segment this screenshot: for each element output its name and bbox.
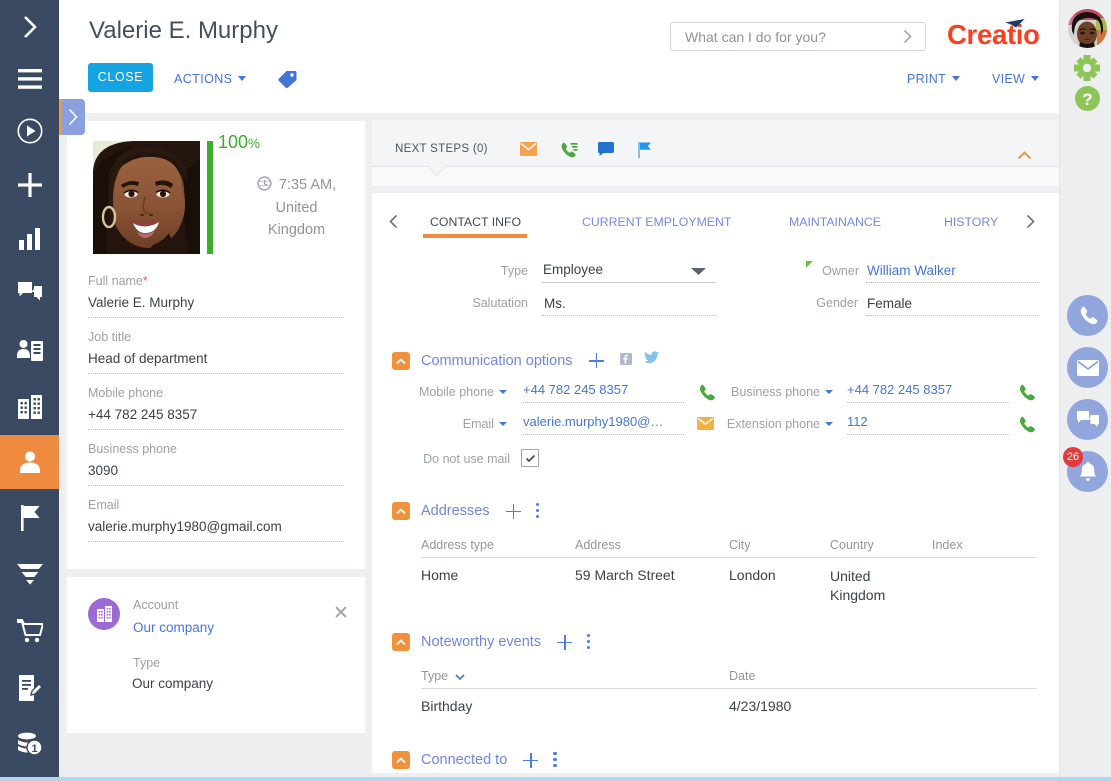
svg-text:?: ? — [1082, 90, 1092, 109]
svg-text:Creatio: Creatio — [947, 19, 1040, 50]
svg-text:1: 1 — [31, 743, 37, 755]
